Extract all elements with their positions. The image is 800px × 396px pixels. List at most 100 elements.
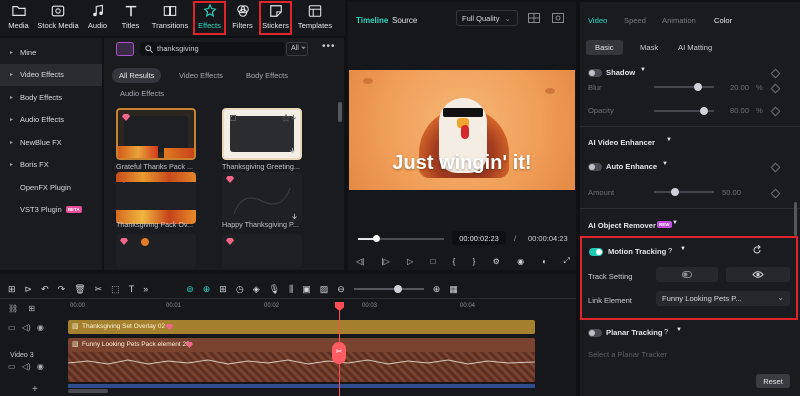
text-tool-icon[interactable]: T xyxy=(129,284,135,294)
more-tools-icon[interactable]: » xyxy=(143,284,148,294)
delete-icon[interactable]: 🗑 xyxy=(74,284,85,295)
folder-icon[interactable]: ⊞ xyxy=(28,304,35,313)
ai-tool-icon[interactable]: ⊚ xyxy=(186,284,194,295)
tab-video[interactable]: Video xyxy=(588,16,607,25)
blur-slider[interactable] xyxy=(654,83,714,91)
timeline-clip[interactable]: ▧ Funny Looking Pets Pack element 20 xyxy=(68,338,535,382)
crop-icon[interactable]: ⬚ xyxy=(111,284,120,295)
scrollbar[interactable] xyxy=(794,202,797,236)
tab-speed[interactable]: Speed xyxy=(624,16,646,25)
chip-video-effects[interactable]: Video Effects xyxy=(172,68,230,83)
download-icon[interactable] xyxy=(291,213,298,220)
subtab-mask[interactable]: Mask xyxy=(640,43,658,52)
sidebar-item-boris-fx[interactable]: ▸ Boris FX xyxy=(0,154,102,177)
pip-icon[interactable]: ▣ xyxy=(302,284,311,295)
eye-icon[interactable]: ◉ xyxy=(37,323,44,332)
filter-dropdown[interactable]: All ⏷ xyxy=(286,42,308,56)
timeline-view-icon[interactable]: ▦ xyxy=(449,284,458,295)
favorites-button[interactable] xyxy=(116,42,134,56)
toolbar-stickers[interactable]: Stickers xyxy=(259,0,292,36)
link-icon[interactable]: ⛓ xyxy=(8,304,18,313)
amount-slider[interactable] xyxy=(654,188,714,196)
keyframe-diamond-icon[interactable] xyxy=(770,83,781,94)
select-tool-icon[interactable]: ⊳ xyxy=(25,284,33,295)
grid-icon[interactable]: ⊞ xyxy=(8,284,16,295)
sidebar-item-mine[interactable]: ▸ Mine xyxy=(0,41,102,64)
screenshot-icon[interactable] xyxy=(552,13,564,23)
effect-thumbnail[interactable] xyxy=(116,108,196,160)
effect-thumbnail[interactable] xyxy=(116,172,196,224)
effect-thumbnail[interactable] xyxy=(116,234,196,268)
playback-progress-track[interactable] xyxy=(358,235,444,242)
help-icon[interactable]: ? xyxy=(664,327,668,336)
toolbar-titles[interactable]: Titles xyxy=(114,0,147,36)
help-icon[interactable]: ? xyxy=(668,246,672,255)
timeline-clip[interactable]: ▧ Thanksgiving Set Overlay 02 xyxy=(68,320,535,334)
mic-icon[interactable]: 🎙 xyxy=(269,284,280,295)
prev-frame-icon[interactable]: ◁| xyxy=(356,257,364,266)
tab-timeline[interactable]: Timeline xyxy=(356,16,388,25)
toolbar-filters[interactable]: Filters xyxy=(226,0,259,36)
sidebar-item-body-effects[interactable]: ▸ Body Effects xyxy=(0,86,102,109)
track-lock-icon[interactable]: ▭ xyxy=(8,323,16,332)
slider-handle[interactable] xyxy=(700,107,708,115)
redo-icon[interactable]: ↷ xyxy=(58,284,66,295)
amount-value[interactable]: 50.00 xyxy=(722,188,741,197)
quality-dropdown[interactable]: Full Quality ⌄ xyxy=(456,10,518,26)
chevron-down-icon[interactable]: ▼ xyxy=(662,161,668,167)
tab-color[interactable]: Color xyxy=(714,16,732,25)
subtab-basic[interactable]: Basic xyxy=(586,40,623,55)
reset-icon[interactable] xyxy=(752,245,762,255)
tab-animation[interactable]: Animation xyxy=(662,16,696,25)
shield-icon[interactable]: ◈ xyxy=(253,284,260,295)
effect-thumbnail[interactable] xyxy=(222,108,302,160)
slider-handle[interactable] xyxy=(671,188,679,196)
effect-thumbnail[interactable] xyxy=(222,172,302,224)
sidebar-item-vst3[interactable]: VST3 Plugin BETA xyxy=(0,199,102,222)
cut-icon[interactable]: ✂ xyxy=(95,284,103,295)
play-icon[interactable]: ▷ xyxy=(407,257,413,266)
planar-tracker-select[interactable]: Select a Planar Tracker xyxy=(588,350,667,359)
chevron-down-icon[interactable]: ▼ xyxy=(676,327,682,333)
track-visibility-button[interactable] xyxy=(726,267,790,282)
toolbar-transitions[interactable]: Transitions xyxy=(147,0,193,36)
add-track-icon[interactable]: + xyxy=(32,384,38,395)
track-mute-icon[interactable]: ◁) xyxy=(22,323,31,332)
playback-handle[interactable] xyxy=(373,235,381,242)
sidebar-item-openfx[interactable]: OpenFX Plugin xyxy=(0,176,102,199)
scrollbar[interactable] xyxy=(338,102,342,122)
settings-icon[interactable]: ⚙ xyxy=(493,257,500,266)
more-options-icon[interactable]: ••• xyxy=(322,41,336,52)
download-icon[interactable] xyxy=(289,147,296,154)
keyframe-diamond-icon[interactable] xyxy=(770,162,781,173)
toolbar-effects[interactable]: Effects xyxy=(193,0,226,36)
stop-icon[interactable]: □ xyxy=(431,257,436,266)
chevron-down-icon[interactable]: ▼ xyxy=(666,137,672,143)
video-frame[interactable]: Just wingin' it! xyxy=(349,70,575,190)
keyframe-diamond-icon[interactable] xyxy=(770,106,781,117)
opacity-slider[interactable] xyxy=(654,107,714,115)
mark-in-icon[interactable]: { xyxy=(453,257,456,266)
audio-mixer-icon[interactable]: ⫼ xyxy=(289,284,293,295)
chevron-down-icon[interactable]: ▼ xyxy=(680,246,686,252)
chip-all-results[interactable]: All Results xyxy=(112,68,162,83)
sidebar-item-newblue-fx[interactable]: ▸ NewBlue FX xyxy=(0,131,102,154)
zoom-in-icon[interactable]: ⊕ xyxy=(433,284,441,295)
auto-enhance-toggle[interactable] xyxy=(588,163,602,171)
zoom-slider[interactable] xyxy=(353,285,424,293)
track-mute-icon[interactable]: ◁) xyxy=(22,362,31,371)
sidebar-item-video-effects[interactable]: ▸ Video Effects xyxy=(0,63,102,86)
toolbar-media[interactable]: Media xyxy=(2,0,35,36)
shadow-toggle[interactable] xyxy=(588,69,602,77)
subtab-ai-matting[interactable]: AI Matting xyxy=(678,43,712,52)
eye-icon[interactable]: ◉ xyxy=(37,362,44,371)
chevron-down-icon[interactable]: ▼ xyxy=(672,220,678,226)
play-frame-icon[interactable]: |▷ xyxy=(382,257,390,266)
opacity-value[interactable]: 80.00 xyxy=(730,106,749,115)
grid-view-icon[interactable] xyxy=(528,13,540,23)
toolbar-audio[interactable]: Audio xyxy=(81,0,114,36)
planar-tracking-toggle[interactable] xyxy=(588,329,602,337)
keyframe-diamond-icon[interactable] xyxy=(770,68,781,79)
undo-icon[interactable]: ↶ xyxy=(41,284,49,295)
track-lock-icon[interactable]: ▭ xyxy=(8,362,16,371)
